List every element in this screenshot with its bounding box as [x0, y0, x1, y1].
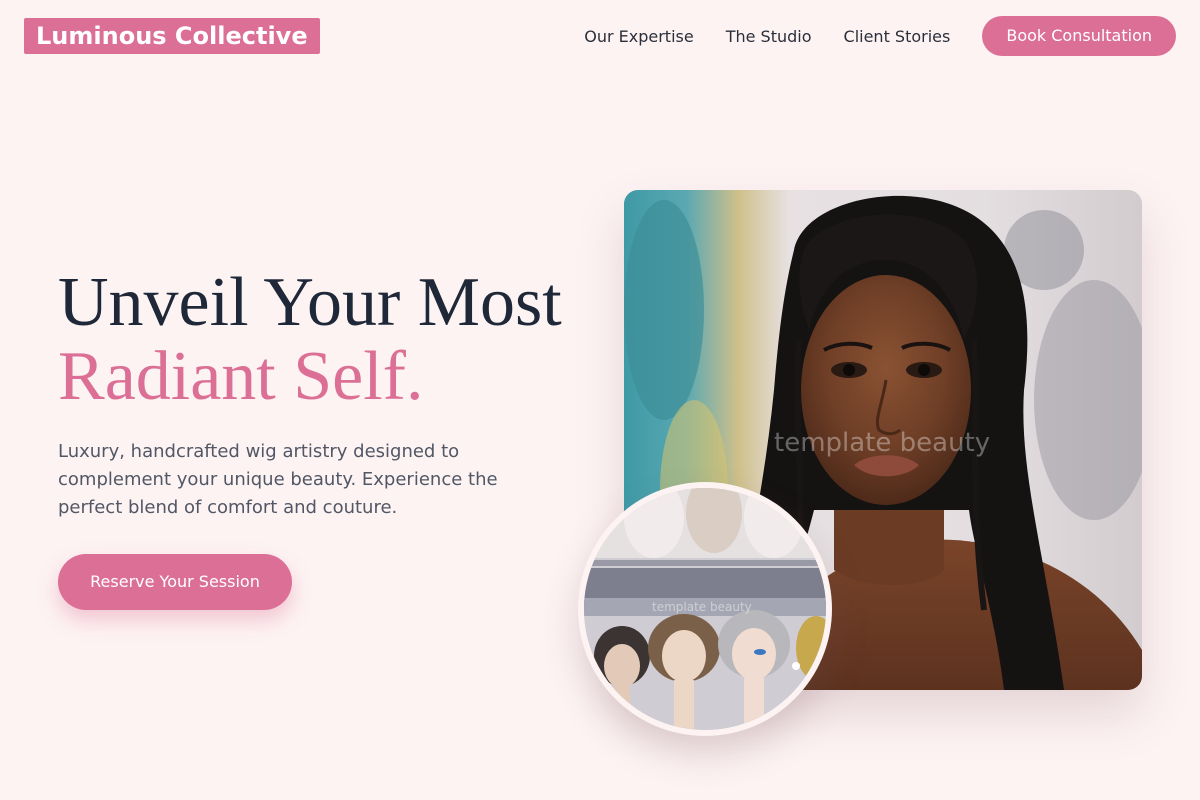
- hero-headline: Unveil Your Most Radiant Self.: [58, 266, 562, 414]
- reserve-session-button[interactable]: Reserve Your Session: [58, 554, 292, 610]
- nav-link-our-expertise[interactable]: Our Expertise: [584, 27, 693, 46]
- book-consultation-button[interactable]: Book Consultation: [982, 16, 1176, 56]
- brand-logo[interactable]: Luminous Collective: [24, 18, 320, 54]
- hero-description: Luxury, handcrafted wig artistry designe…: [58, 441, 498, 518]
- main-nav: Our Expertise The Studio Client Stories …: [584, 16, 1176, 56]
- hero-headline-accent: Radiant Self.: [58, 338, 424, 415]
- main-image-watermark: template beauty: [774, 428, 991, 458]
- nav-link-the-studio[interactable]: The Studio: [726, 27, 812, 46]
- wig-display-image: template beauty: [584, 488, 826, 730]
- hero-headline-line1: Unveil Your Most: [58, 264, 562, 341]
- nav-link-client-stories[interactable]: Client Stories: [844, 27, 951, 46]
- circle-image-watermark: template beauty: [652, 600, 752, 614]
- site-header: Luminous Collective Our Expertise The St…: [0, 0, 1200, 72]
